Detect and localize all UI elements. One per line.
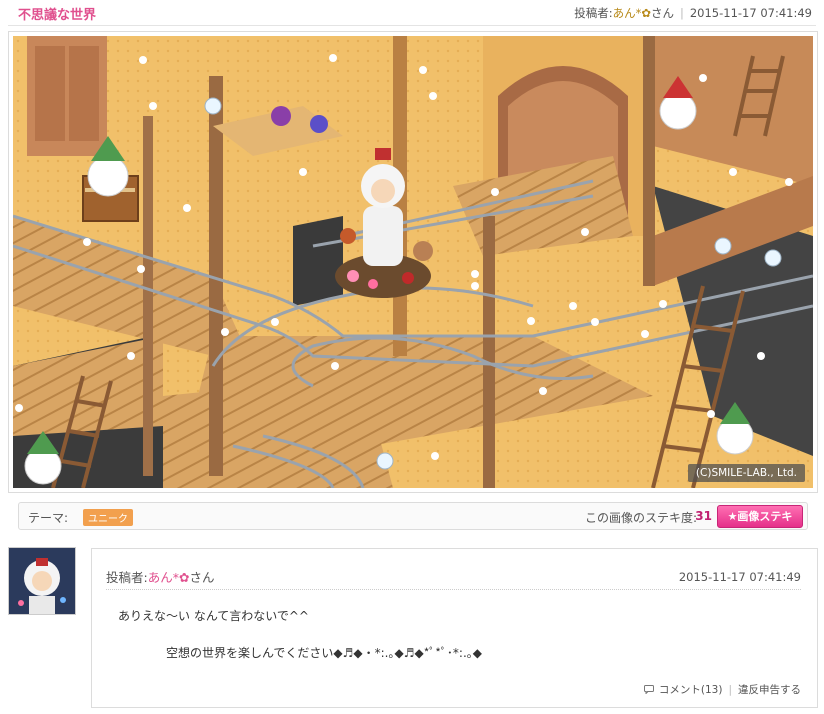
page-title: 不思議な世界 bbox=[18, 8, 97, 23]
copyright-label: (C)SMILE-LAB., Ltd. bbox=[687, 464, 805, 482]
steki-button[interactable]: ★画像ステキ bbox=[717, 505, 803, 528]
comment-divider bbox=[106, 589, 801, 590]
header-meta: 投稿者:あん*✿さん | 2015-11-17 07:41:49 bbox=[574, 5, 812, 21]
footer-separator: | bbox=[728, 684, 732, 696]
header-divider bbox=[8, 25, 816, 26]
theme-bar: テーマ: ユニーク この画像のステキ度: 31 ★画像ステキ bbox=[18, 502, 808, 530]
post-datetime: 2015-11-17 07:41:49 bbox=[689, 6, 812, 20]
comment-poster-name-link[interactable]: あん*✿ bbox=[148, 570, 190, 585]
poster-label: 投稿者: bbox=[574, 6, 613, 20]
comment-count-link[interactable]: コメント(13) bbox=[659, 684, 723, 696]
scene-illustration bbox=[13, 36, 813, 488]
game-scene-image[interactable]: (C)SMILE-LAB., Ltd. bbox=[13, 36, 813, 488]
header: 不思議な世界 投稿者:あん*✿さん | 2015-11-17 07:41:49 bbox=[0, 0, 824, 26]
steki-count: 31 bbox=[695, 509, 712, 523]
theme-label: テーマ: bbox=[28, 511, 69, 525]
poster-suffix: さん bbox=[650, 6, 674, 20]
comment-poster-label: 投稿者: bbox=[106, 570, 148, 585]
avatar-image bbox=[9, 548, 75, 614]
theme-badge[interactable]: ユニーク bbox=[83, 509, 133, 526]
poster-name-link[interactable]: あん*✿ bbox=[613, 6, 651, 20]
report-link[interactable]: 違反申告する bbox=[738, 684, 801, 696]
speech-bubble-icon bbox=[643, 684, 659, 696]
steki-label: この画像のステキ度: bbox=[584, 511, 697, 525]
comment-text-line-2: 空想の世界を楽しんでください◆♬◆・*:.｡◆♬◆*ﾟ*ﾟ･*:.｡◆ bbox=[166, 646, 482, 660]
comment-poster-suffix: さん bbox=[189, 570, 215, 585]
comment-footer: コメント(13) | 違反申告する bbox=[643, 682, 801, 697]
comment-poster: 投稿者:あん*✿さん bbox=[106, 567, 214, 586]
avatar[interactable] bbox=[8, 547, 76, 615]
comment-text-line-1: ありえな〜い なんて言わないで^^ bbox=[118, 609, 309, 623]
comment-box: 投稿者:あん*✿さん 2015-11-17 07:41:49 ありえな〜い なん… bbox=[91, 548, 818, 708]
meta-separator: | bbox=[679, 6, 684, 20]
comment-datetime: 2015-11-17 07:41:49 bbox=[678, 570, 801, 584]
image-frame: (C)SMILE-LAB., Ltd. bbox=[8, 31, 818, 493]
